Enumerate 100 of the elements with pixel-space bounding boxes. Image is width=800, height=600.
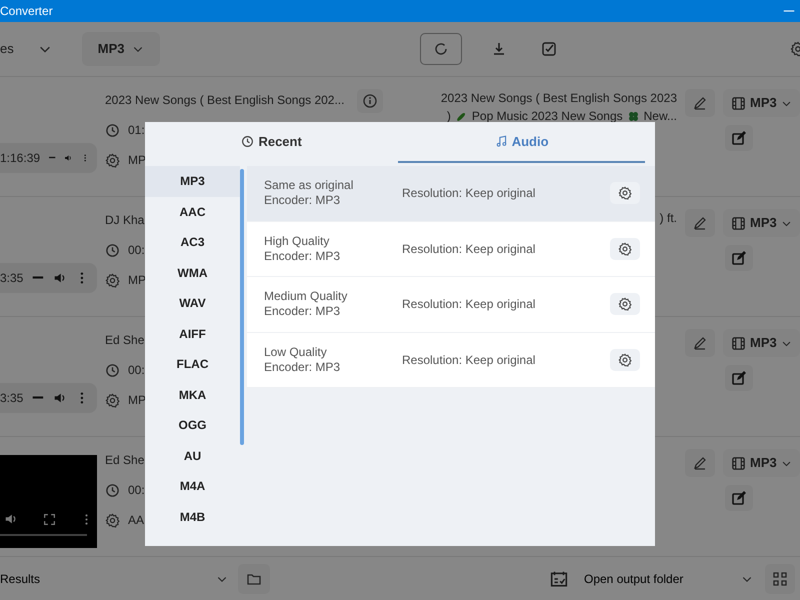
calendar-check-icon — [550, 570, 568, 588]
volume-icon — [4, 512, 18, 526]
duration-text: 00: — [128, 482, 145, 499]
dialog-tab[interactable]: Recent — [145, 122, 398, 163]
preset-name: Low Quality — [264, 344, 328, 360]
time-label: 1:16:39 — [0, 150, 40, 166]
duration-text: 01: — [128, 122, 145, 139]
format-item[interactable]: MP3 — [145, 166, 240, 196]
output-format-dropdown[interactable]: MP3 — [723, 89, 800, 117]
preset-row[interactable]: High Quality Encoder: MP3 Resolution: Keep original — [247, 222, 655, 277]
format-item[interactable]: M4A — [145, 471, 240, 502]
minus-icon — [31, 396, 46, 399]
info-button[interactable] — [357, 89, 383, 113]
after-conversion-dropdown[interactable]: Open output folder — [576, 564, 761, 594]
edit-icon — [731, 250, 747, 266]
edit-button[interactable] — [725, 365, 753, 391]
preset-name: Medium Quality — [264, 289, 348, 304]
output-title: ) — [446, 108, 451, 125]
clock-icon — [105, 482, 120, 498]
folder-button[interactable] — [238, 564, 270, 594]
source-dropdown[interactable]: es — [0, 32, 58, 66]
film-icon — [731, 456, 746, 470]
edit-icon — [731, 370, 747, 386]
encoder-text: Encoder: MP3 — [264, 304, 342, 320]
preset-row[interactable]: Medium Quality Encoder: MP3 Resolution: Keep original — [247, 277, 655, 332]
preset-settings-button[interactable] — [610, 348, 640, 371]
settings-icon — [105, 152, 120, 168]
file-title: 2023 New Songs ( Best English Songs 202... — [105, 92, 344, 109]
film-icon — [731, 336, 746, 350]
format-item[interactable]: AAC — [145, 196, 240, 227]
rename-icon — [692, 215, 708, 231]
settings-icon — [105, 392, 120, 408]
preset-row[interactable]: Same as original Encoder: MP3 Resolution: Keep original — [247, 166, 655, 222]
duration-text: 00: — [128, 362, 145, 379]
clock-icon — [105, 362, 120, 378]
format-item[interactable]: AU — [145, 440, 240, 471]
preset-settings-button[interactable] — [610, 238, 640, 260]
refresh-icon — [433, 41, 450, 57]
preset-row[interactable]: Low Quality Encoder: MP3 Resolution: Keep original — [247, 332, 655, 388]
preset-settings-button[interactable] — [610, 293, 640, 316]
format-item[interactable]: AC3 — [145, 227, 240, 258]
format-item[interactable]: WAV — [145, 288, 240, 318]
encoder-text: Encoder: MP3 — [264, 360, 342, 375]
output-folder-dropdown[interactable]: Results — [0, 564, 228, 594]
settings-icon — [618, 297, 632, 312]
preset-settings-button[interactable] — [610, 182, 640, 204]
edit-button[interactable] — [725, 245, 753, 271]
output-title: Pop Music 2023 New Songs — [472, 108, 623, 125]
output-format-dropdown[interactable]: MP3 — [723, 449, 800, 477]
layout-icon — [772, 570, 788, 586]
clock-icon — [105, 242, 120, 258]
film-icon — [731, 216, 746, 230]
duration-text: 00: — [128, 242, 145, 259]
settings-icon — [105, 272, 120, 288]
rename-button[interactable] — [685, 329, 715, 357]
rename-icon — [692, 455, 708, 471]
settings-icon — [618, 352, 632, 367]
format-item[interactable]: MKA — [145, 380, 240, 410]
clover-icon — [626, 110, 640, 122]
edit-icon — [731, 490, 747, 506]
format-item[interactable]: OGG — [145, 410, 240, 440]
time-label: 3:35 — [0, 270, 24, 286]
file-title: DJ Kha — [105, 212, 144, 229]
rename-button[interactable] — [685, 209, 715, 237]
output-format-dropdown[interactable]: MP3 — [723, 329, 800, 357]
output-format-dropdown[interactable]: MP3 — [723, 209, 800, 237]
volume-icon — [53, 270, 68, 284]
minus-icon — [48, 156, 56, 159]
info-icon — [362, 93, 378, 109]
encoder-text: Encoder: MP3 — [264, 193, 342, 208]
output-title: ) ft. — [658, 210, 677, 227]
resolution-text: Resolution: Keep original — [402, 185, 536, 202]
preset-name: High Quality — [264, 234, 330, 249]
format-item[interactable]: FLAC — [145, 349, 240, 380]
rename-button[interactable] — [685, 89, 715, 117]
output-title: 2023 New Songs ( Best English Songs 2023 — [440, 90, 677, 107]
format-item[interactable]: M4B — [145, 502, 240, 532]
layout-button[interactable] — [765, 564, 795, 594]
refresh-button[interactable] — [420, 33, 462, 65]
resolution-text: Resolution: Keep original — [402, 352, 536, 369]
format-item[interactable]: WMA — [145, 258, 240, 288]
format-text: AA — [128, 512, 144, 529]
format-dropdown[interactable]: MP3 — [82, 32, 160, 66]
edit-button[interactable] — [725, 485, 753, 511]
edit-icon — [731, 130, 747, 146]
resolution-text: Resolution: Keep original — [402, 296, 536, 314]
rename-button[interactable] — [685, 449, 715, 477]
minimize-icon[interactable] — [782, 10, 796, 12]
settings-icon — [105, 512, 120, 528]
clock-icon — [105, 122, 120, 138]
fullscreen-icon — [42, 512, 56, 526]
edit-button[interactable] — [725, 125, 753, 151]
dialog-tab[interactable]: Audio — [398, 122, 645, 163]
volume-icon — [53, 390, 68, 404]
preset-name: Same as original — [264, 178, 354, 194]
format-item[interactable]: AIFF — [145, 318, 240, 349]
rename-icon — [692, 95, 708, 111]
time-label: 3:35 — [0, 390, 24, 406]
settings-icon — [618, 186, 632, 200]
format-text: MP — [128, 392, 146, 409]
